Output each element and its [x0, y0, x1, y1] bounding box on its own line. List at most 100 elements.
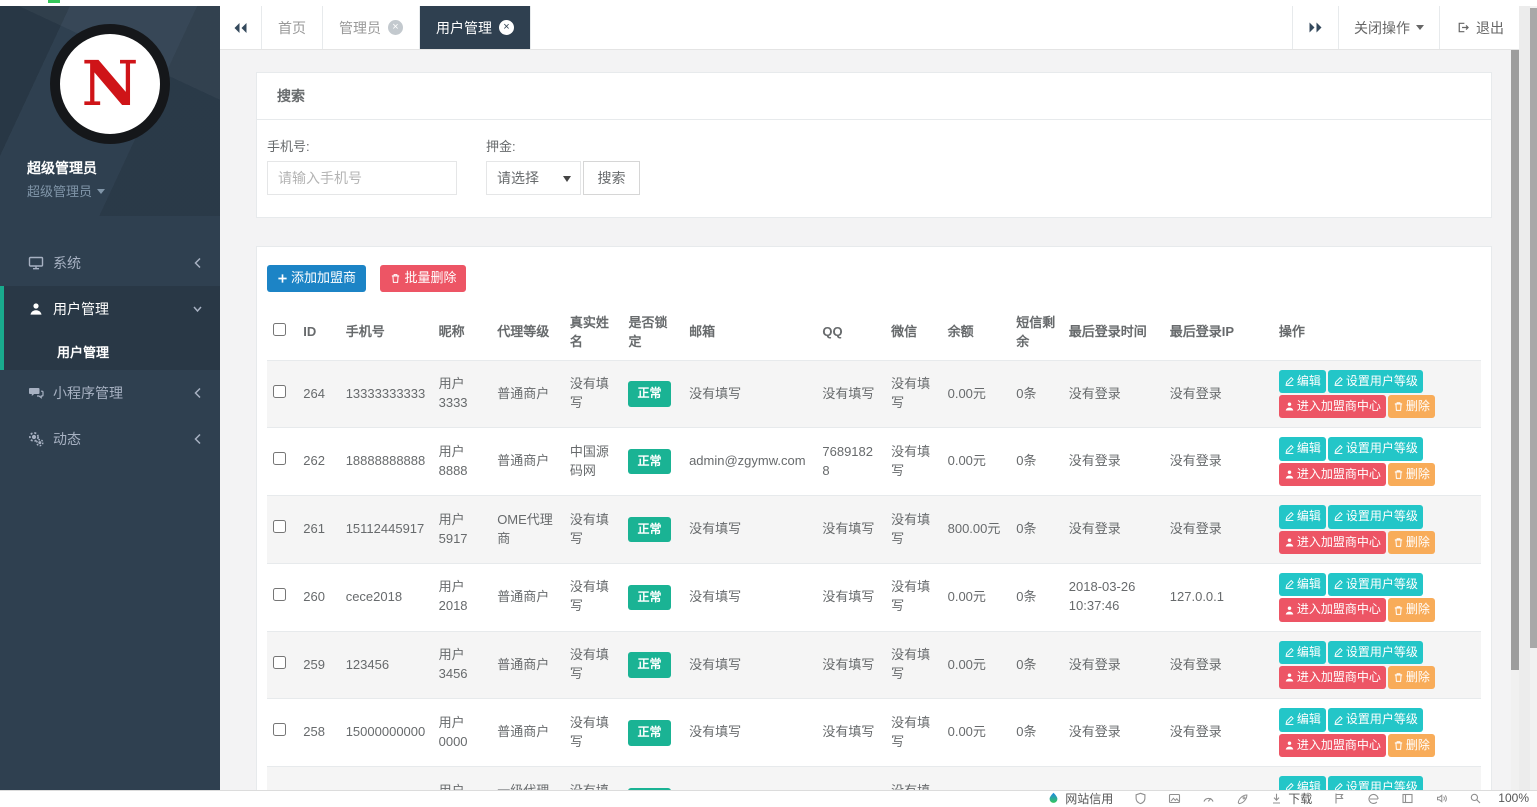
- enter-franchisee-center-button[interactable]: 进入加盟商中心: [1279, 666, 1386, 689]
- delete-button[interactable]: 删除: [1388, 463, 1435, 486]
- enter-franchisee-center-button[interactable]: 进入加盟商中心: [1279, 734, 1386, 757]
- delete-button[interactable]: 删除: [1388, 531, 1435, 554]
- tab-1[interactable]: 管理员×: [323, 6, 420, 49]
- user-table-panel: 添加加盟商 批量删除 ID手机号昵称代理等级真实姓名是否锁定邮箱QQ微信余额短信…: [256, 246, 1492, 790]
- close-operations-dropdown[interactable]: 关闭操作: [1338, 6, 1439, 49]
- speed-mode-button[interactable]: [1202, 792, 1215, 805]
- delete-button[interactable]: 删除: [1388, 666, 1435, 689]
- chevron-left-icon: [193, 433, 202, 445]
- edit-button[interactable]: 编辑: [1279, 505, 1326, 528]
- edit-button[interactable]: 编辑: [1279, 437, 1326, 460]
- window-icon: [1401, 792, 1414, 805]
- cell-id: 261: [297, 496, 339, 564]
- sidebar-item-0[interactable]: 系统: [0, 240, 220, 286]
- enter-franchisee-center-label: 进入加盟商中心: [1297, 601, 1381, 618]
- edit-button[interactable]: 编辑: [1279, 573, 1326, 596]
- edit-button[interactable]: 编辑: [1279, 370, 1326, 393]
- boost-mode-button[interactable]: [1236, 792, 1249, 805]
- cell-qq: 没有填写: [816, 496, 885, 564]
- download-item[interactable]: 下载: [1270, 790, 1312, 807]
- enter-franchisee-center-button[interactable]: 进入加盟商中心: [1279, 463, 1386, 486]
- delete-button[interactable]: 删除: [1388, 734, 1435, 757]
- search-button[interactable]: 搜索: [583, 161, 640, 195]
- window-scrollbar[interactable]: [1530, 6, 1537, 790]
- phone-input[interactable]: [267, 161, 457, 195]
- sidebar-item-label: 系统: [53, 253, 81, 273]
- row-checkbox[interactable]: [273, 588, 286, 601]
- cell-nickname: 用户8888: [433, 428, 492, 496]
- user-role-dropdown[interactable]: 超级管理员: [0, 181, 220, 200]
- tab-close-icon[interactable]: ×: [388, 20, 403, 35]
- sidebar-item-3[interactable]: 动态: [0, 416, 220, 462]
- set-user-level-button[interactable]: 设置用户等级: [1328, 505, 1423, 528]
- zoom-level[interactable]: 100%: [1498, 791, 1529, 805]
- set-user-level-button[interactable]: 设置用户等级: [1328, 573, 1423, 596]
- browser-status-bar: 网站信用 下载 100%: [0, 790, 1537, 805]
- side-panel-button[interactable]: [1401, 792, 1414, 805]
- cell-sms_left: 0条: [1010, 631, 1063, 699]
- set-user-level-button[interactable]: 设置用户等级: [1328, 370, 1423, 393]
- set-user-level-button[interactable]: 设置用户等级: [1328, 437, 1423, 460]
- sidebar-item-1[interactable]: 用户管理: [4, 286, 220, 332]
- tabs-scroll-left-button[interactable]: [220, 6, 262, 49]
- enter-franchisee-center-button[interactable]: 进入加盟商中心: [1279, 531, 1386, 554]
- sidebar-item-2[interactable]: 小程序管理: [0, 370, 220, 416]
- delete-button[interactable]: 删除: [1388, 395, 1435, 418]
- batch-delete-button[interactable]: 批量删除: [380, 265, 466, 292]
- speedometer-icon: [1202, 792, 1215, 805]
- cell-wechat: 没有填写: [885, 360, 942, 428]
- column-header: 最后登录IP: [1164, 306, 1273, 360]
- enter-franchisee-center-button[interactable]: 进入加盟商中心: [1279, 395, 1386, 418]
- cell-last_login_time: 没有登录: [1063, 767, 1164, 790]
- column-header: 手机号: [340, 306, 433, 360]
- edit-label: 编辑: [1297, 373, 1321, 390]
- delete-label: 删除: [1406, 466, 1430, 483]
- enter-franchisee-center-label: 进入加盟商中心: [1297, 737, 1381, 754]
- window-scrollbar-thumb[interactable]: [1530, 8, 1537, 648]
- content-scrollbar-thumb[interactable]: [1511, 50, 1519, 670]
- enter-franchisee-center-button[interactable]: 进入加盟商中心: [1279, 598, 1386, 621]
- flag-button[interactable]: [1333, 792, 1346, 805]
- cell-qq: 76891828: [816, 428, 885, 496]
- add-franchisee-button[interactable]: 添加加盟商: [267, 265, 366, 292]
- safety-shield-button[interactable]: [1134, 792, 1147, 805]
- row-checkbox[interactable]: [273, 656, 286, 669]
- delete-label: 删除: [1406, 737, 1430, 754]
- edit-button[interactable]: 编辑: [1279, 776, 1326, 790]
- lock-status-cell: 正常: [622, 699, 683, 767]
- volume-button[interactable]: [1435, 792, 1448, 805]
- select-all-checkbox[interactable]: [273, 323, 286, 336]
- content-scrollbar[interactable]: [1511, 50, 1519, 790]
- search-panel: 搜索 手机号: 押金: 请选择 搜索: [256, 72, 1492, 218]
- edit-button[interactable]: 编辑: [1279, 641, 1326, 664]
- network-button[interactable]: [1367, 792, 1380, 805]
- cell-last_login_ip: 没有登录: [1164, 699, 1273, 767]
- row-checkbox[interactable]: [273, 452, 286, 465]
- image-toggle-button[interactable]: [1168, 792, 1181, 805]
- column-header: 操作: [1273, 306, 1481, 360]
- edit-button[interactable]: 编辑: [1279, 708, 1326, 731]
- table-row: 259123456用户3456普通商户没有填写正常没有填写没有填写没有填写0.0…: [267, 631, 1481, 699]
- user-role-label: 超级管理员: [27, 184, 92, 199]
- tabs-scroll-right-button[interactable]: [1292, 6, 1338, 49]
- actions-cell: 编辑设置用户等级进入加盟商中心删除: [1273, 496, 1481, 564]
- row-checkbox[interactable]: [273, 385, 286, 398]
- set-user-level-button[interactable]: 设置用户等级: [1328, 708, 1423, 731]
- tab-close-icon[interactable]: ×: [499, 20, 514, 35]
- phone-field-group: 手机号:: [267, 136, 457, 195]
- sidebar-subitem-1-0[interactable]: 用户管理: [4, 332, 220, 370]
- column-header: 邮箱: [683, 306, 816, 360]
- deposit-select[interactable]: 请选择: [486, 161, 581, 195]
- row-checkbox[interactable]: [273, 723, 286, 736]
- tab-0[interactable]: 首页: [262, 6, 323, 49]
- main-content: 搜索 手机号: 押金: 请选择 搜索 添加加盟商: [220, 50, 1511, 790]
- set-user-level-button[interactable]: 设置用户等级: [1328, 641, 1423, 664]
- logout-button[interactable]: 退出: [1439, 6, 1519, 49]
- set-user-level-button[interactable]: 设置用户等级: [1328, 776, 1423, 790]
- zoom-button[interactable]: [1469, 792, 1482, 805]
- cell-phone: 15000000000: [340, 699, 433, 767]
- row-checkbox[interactable]: [273, 520, 286, 533]
- site-credit-item[interactable]: 网站信用: [1047, 790, 1113, 807]
- tab-2[interactable]: 用户管理×: [420, 6, 531, 49]
- delete-button[interactable]: 删除: [1388, 598, 1435, 621]
